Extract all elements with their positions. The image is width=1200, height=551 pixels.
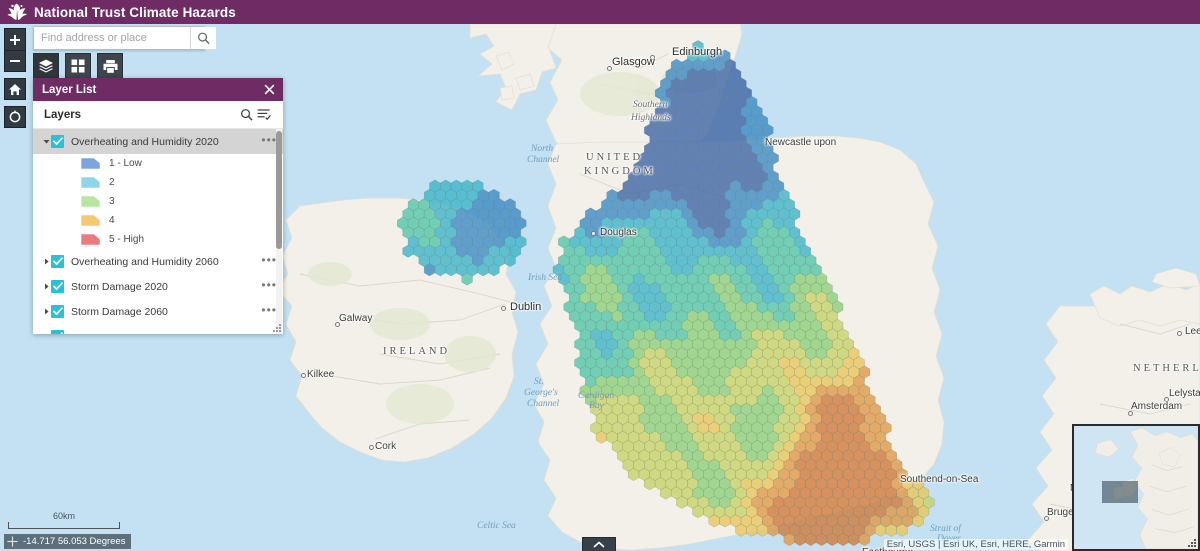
widget-toolbar [33,53,123,79]
legend-swatch [81,195,101,208]
locate-circle-icon [9,110,21,123]
legend-swatch [81,233,101,246]
legend-swatch [81,214,101,227]
layer-row[interactable]: Overheating and Humidity 2020 ••• [33,129,283,154]
layer-visibility-checkbox[interactable] [51,330,64,334]
checkmark-icon [52,282,63,291]
printer-icon [103,59,117,73]
map-application: National Trust Climate Hazards Edinburgh… [0,0,1200,551]
overview-extent-rectangle[interactable] [1102,481,1138,503]
coordinates-widget[interactable]: -14.717 56.053 Degrees [4,534,132,549]
scale-bar: 60km [8,511,120,529]
chevron-right-icon[interactable] [41,333,51,334]
checkmark-icon [59,332,63,334]
chevron-right-icon[interactable] [41,258,51,265]
zoom-in-button[interactable] [4,28,26,50]
plus-icon [10,34,20,45]
legend-swatch [81,176,101,189]
app-header: National Trust Climate Hazards [0,0,1200,24]
legend-label: 3 [109,196,115,207]
layers-stack-icon [39,59,53,73]
chevron-right-icon[interactable] [41,308,51,315]
layer-row[interactable] [33,324,283,334]
layer-row[interactable]: Storm Damage 2060 ••• [33,299,283,324]
legend-swatch [81,157,101,170]
layer-filter-button[interactable] [255,106,273,124]
chevron-down-icon[interactable] [41,138,51,145]
scrollbar-thumb[interactable] [276,131,282,249]
layer-visibility-checkbox[interactable] [51,305,64,318]
legend-row: 3 [33,192,283,211]
zoom-out-button[interactable] [4,50,26,72]
basemap-gallery-button[interactable] [65,53,91,79]
map-attribution: Esri, USGS | Esri UK, Esri, HERE, Garmin [883,539,1068,550]
layer-list-button[interactable] [33,53,59,79]
search-input[interactable] [34,27,190,49]
scale-bar-label: 60km [52,511,75,521]
layer-list-panel: Layer List Layers Overheating and Humidi… [33,78,283,334]
layer-options-button[interactable]: ••• [261,254,277,269]
crosshair-icon [7,536,18,547]
home-icon [9,83,21,95]
close-panel-button[interactable] [261,82,277,98]
layer-name-label: Overheating and Humidity 2020 [71,135,219,148]
attribute-table-toggle[interactable] [582,537,616,551]
layer-search-button[interactable] [237,106,255,124]
close-icon [264,84,274,95]
layer-name-label: Storm Damage 2060 [71,305,168,318]
layer-list-panel-title: Layer List [42,83,97,96]
page-title: National Trust Climate Hazards [34,4,236,20]
layer-name-label: Storm Damage 2020 [71,280,168,293]
legend-row: 4 [33,211,283,230]
search-button[interactable] [190,27,216,49]
layer-list-scrollbar[interactable] [276,129,282,334]
coordinates-value: -14.717 56.053 Degrees [23,536,126,547]
layer-row[interactable]: Storm Damage 2020 ••• [33,274,283,299]
checkmark-icon [52,137,63,146]
panel-resize-grip-icon[interactable] [273,324,282,333]
legend-row: 2 [33,173,283,192]
layer-options-button[interactable]: ••• [261,279,277,294]
filter-list-icon [257,109,271,121]
chevron-right-icon[interactable] [41,283,51,290]
legend-row: 1 - Low [33,154,283,173]
layer-visibility-checkbox[interactable] [51,255,64,268]
chevron-up-icon [593,540,605,548]
search-widget [33,26,216,50]
print-button[interactable] [97,53,123,79]
layer-list-items: Overheating and Humidity 2020 ••• 1 - Low 2… [33,129,283,334]
locate-button[interactable] [4,106,26,128]
legend-label: 5 - High [109,234,145,245]
layer-row[interactable]: Overheating and Humidity 2060 ••• [33,249,283,274]
overview-map[interactable] [1072,424,1200,551]
home-button[interactable] [4,78,26,100]
layer-visibility-checkbox[interactable] [51,135,64,148]
legend-label: 1 - Low [109,158,142,169]
layers-heading: Layers [44,108,82,121]
layer-list-scroll-area[interactable]: Overheating and Humidity 2020 ••• 1 - Low 2… [33,129,283,334]
legend-label: 2 [109,177,115,188]
checkmark-icon [52,307,63,316]
layer-name-label: Overheating and Humidity 2060 [71,255,219,268]
resize-grip-icon[interactable] [1188,539,1197,548]
checkmark-icon [52,257,63,266]
legend-row: 5 - High [33,230,283,249]
zoom-controls [4,28,26,72]
search-icon [198,32,210,45]
national-trust-oak-leaf-icon [7,3,27,20]
search-icon [240,109,253,121]
layer-options-button[interactable]: ••• [261,134,277,149]
layers-toolbar: Layers [33,101,283,129]
navigation-controls [4,28,26,128]
layer-options-button[interactable]: ••• [261,304,277,319]
grid-squares-icon [71,59,85,73]
minus-icon [10,60,20,62]
layer-visibility-checkbox[interactable] [51,280,64,293]
scale-bar-line [8,522,120,529]
legend-label: 4 [109,215,115,226]
layer-list-panel-header: Layer List [33,78,283,101]
